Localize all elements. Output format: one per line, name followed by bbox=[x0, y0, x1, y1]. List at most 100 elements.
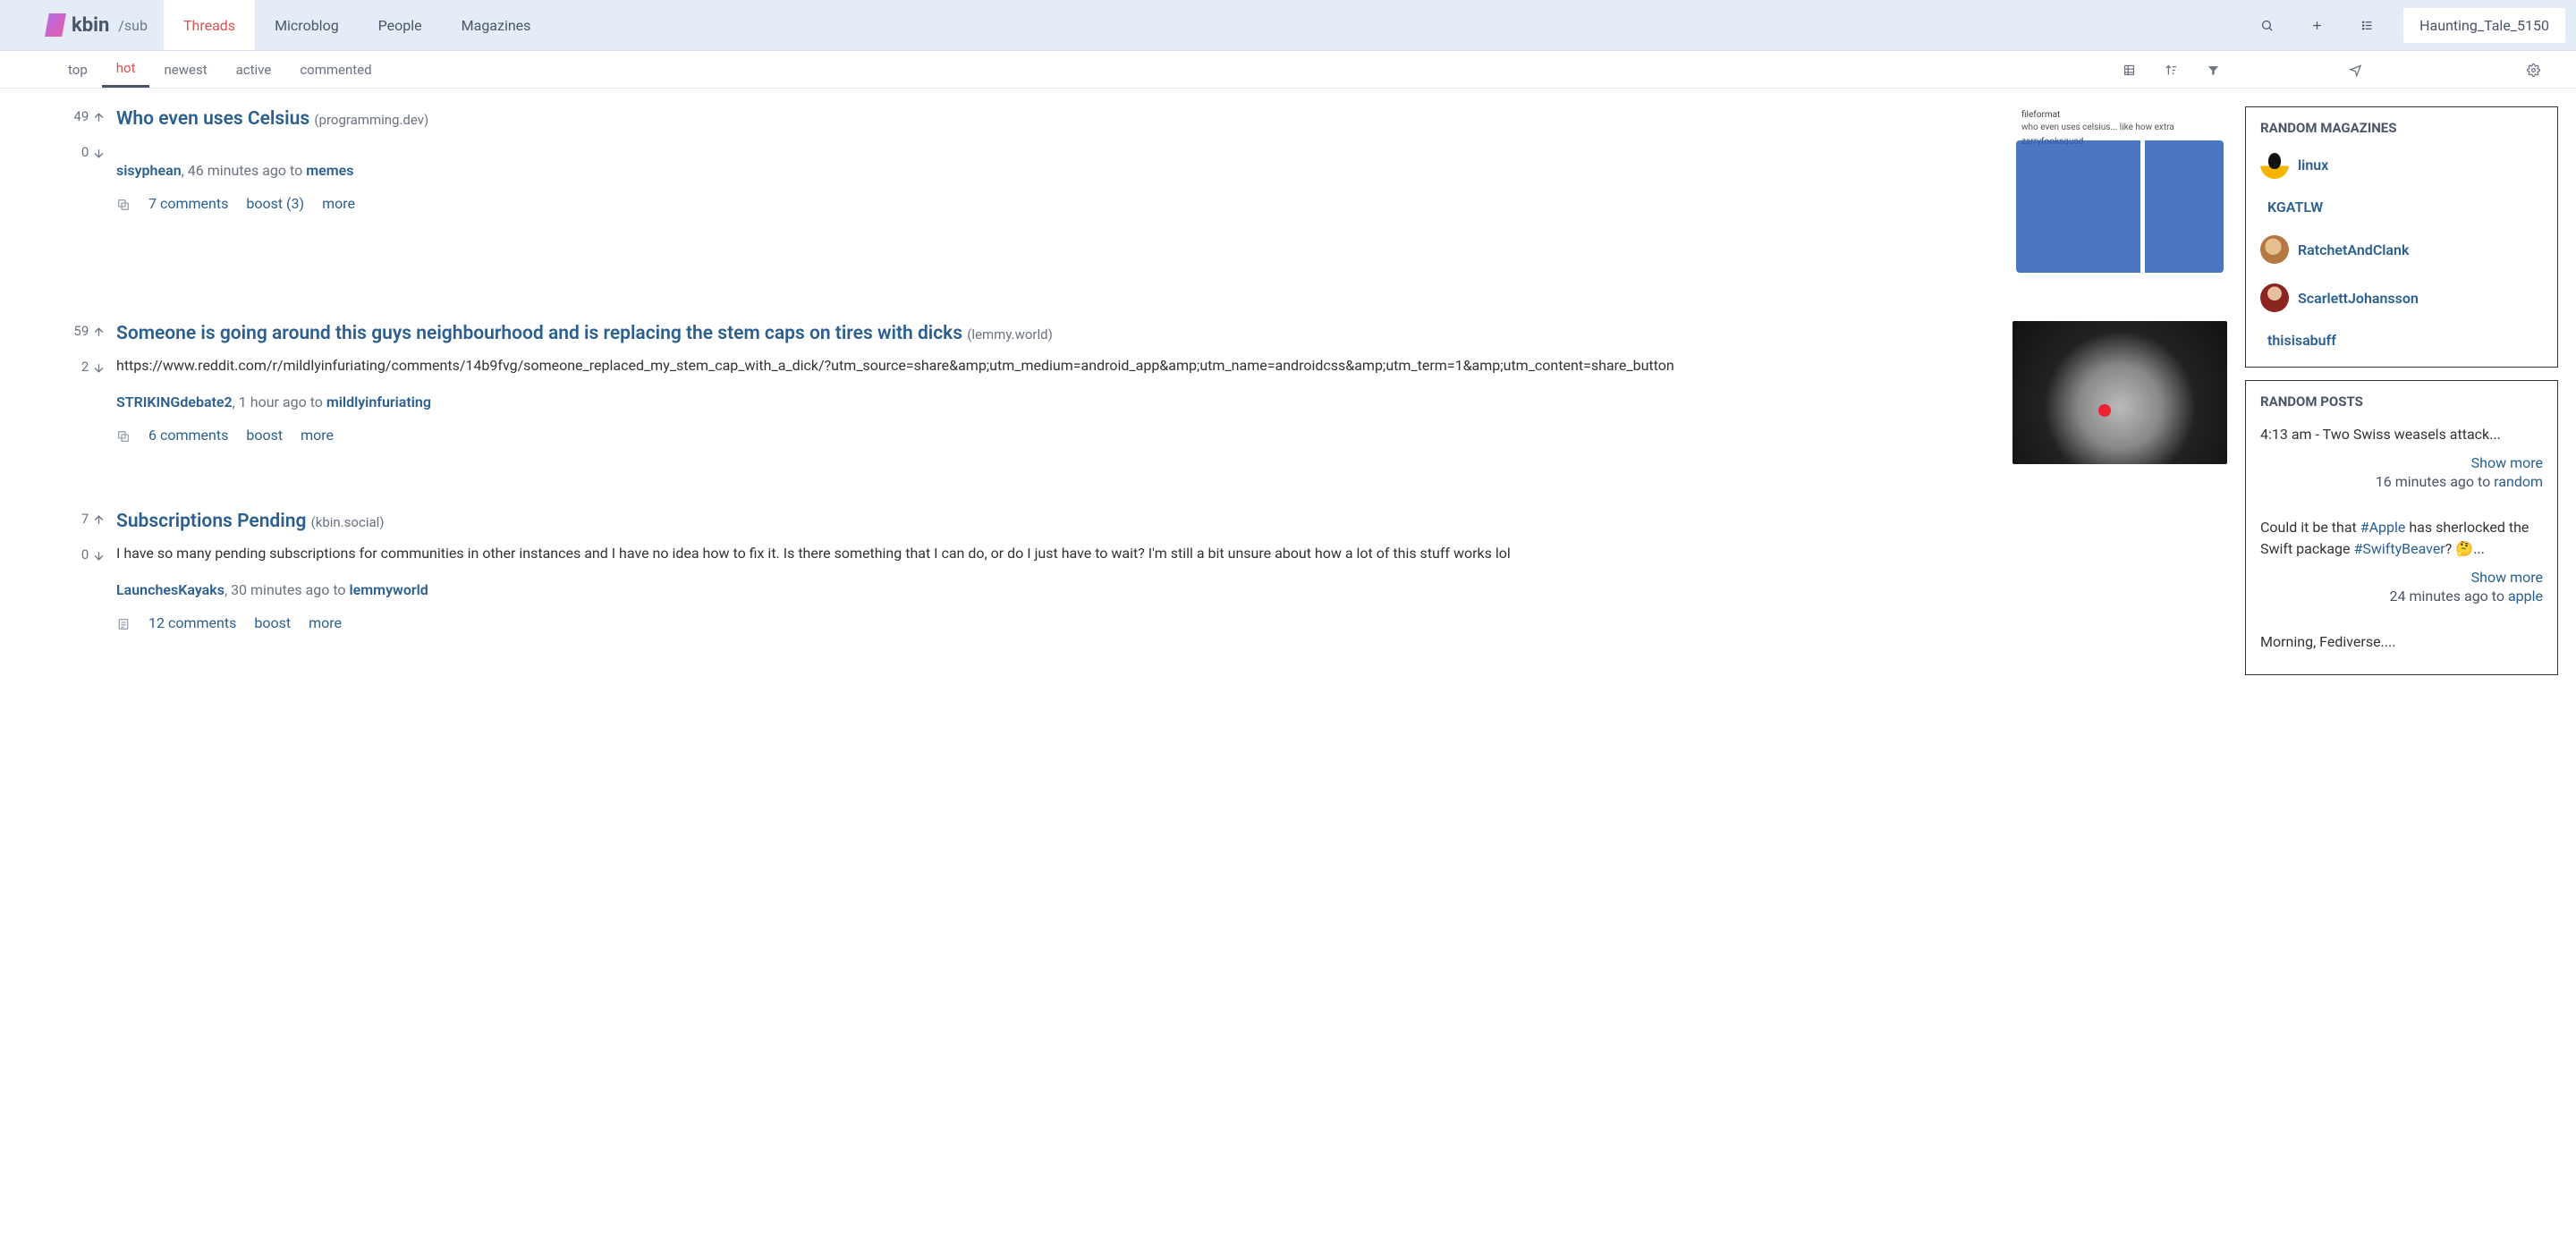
random-post: Morning, Fediverse.... bbox=[2260, 631, 2543, 653]
brand-text: kbin bbox=[72, 14, 109, 37]
random-post-meta: 24 minutes ago to apple bbox=[2260, 588, 2543, 605]
logo-mark-icon bbox=[45, 13, 66, 37]
sort-newest[interactable]: newest bbox=[149, 51, 221, 88]
sub-label[interactable]: /sub bbox=[118, 17, 148, 34]
search-icon[interactable] bbox=[2260, 16, 2278, 34]
location-icon[interactable] bbox=[2349, 62, 2362, 78]
post-time: 30 minutes ago bbox=[231, 581, 329, 598]
post-meta: LaunchesKayaks, 30 minutes ago to lemmyw… bbox=[116, 581, 2209, 598]
show-more-link[interactable]: Show more bbox=[2260, 569, 2543, 586]
magazine-avatar-icon bbox=[2260, 283, 2289, 312]
magazine-link[interactable]: KGATLW bbox=[2260, 199, 2543, 216]
downvote[interactable]: 2 bbox=[52, 359, 106, 375]
view-table-icon[interactable] bbox=[2123, 62, 2136, 78]
magazine-name: KGATLW bbox=[2267, 199, 2323, 216]
tab-magazines[interactable]: Magazines bbox=[442, 0, 551, 50]
filter-icon[interactable] bbox=[2207, 62, 2220, 78]
post-domain: (lemmy.world) bbox=[967, 326, 1053, 343]
feed: 49 0 Who even uses Celsius (programming.… bbox=[0, 106, 2245, 688]
post: 7 0 Subscriptions Pending (kbin.social) … bbox=[52, 509, 2227, 631]
downvote[interactable]: 0 bbox=[52, 144, 106, 160]
magazine-link[interactable]: ScarlettJohansson bbox=[2260, 283, 2543, 312]
random-magazines-panel: RANDOM MAGAZINES linux KGATLW RatchetAnd… bbox=[2245, 106, 2558, 368]
downvote[interactable]: 0 bbox=[52, 546, 106, 563]
post-time: 1 hour ago bbox=[239, 393, 307, 410]
magazine-link[interactable]: RatchetAndClank bbox=[2260, 235, 2543, 264]
copy-icon[interactable] bbox=[116, 195, 131, 212]
magazine-name: thisisabuff bbox=[2267, 332, 2336, 349]
post-author[interactable]: LaunchesKayaks bbox=[116, 581, 225, 598]
post-title[interactable]: Who even uses Celsius (programming.dev) bbox=[116, 106, 1995, 131]
comments-link[interactable]: 12 comments bbox=[148, 614, 236, 631]
post-author[interactable]: sisyphean bbox=[116, 162, 182, 179]
post-title[interactable]: Someone is going around this guys neighb… bbox=[116, 321, 1995, 346]
magazine-name: linux bbox=[2298, 156, 2328, 173]
post-body-text: I have so many pending subscriptions for… bbox=[116, 543, 2209, 565]
post-thumbnail[interactable]: fileformat who even uses celsius... like… bbox=[2012, 106, 2227, 276]
upvote[interactable]: 7 bbox=[52, 511, 106, 527]
sort-hot[interactable]: hot bbox=[102, 51, 150, 88]
post-time: 46 minutes ago bbox=[188, 162, 286, 179]
post-meta: sisyphean, 46 minutes ago to memes bbox=[116, 162, 1995, 179]
post-actions: 7 comments boost (3) more bbox=[116, 195, 1995, 212]
sort-top[interactable]: top bbox=[54, 51, 102, 88]
username[interactable]: Haunting_Tale_5150 bbox=[2403, 8, 2565, 43]
logo[interactable]: kbin bbox=[45, 13, 109, 37]
random-post-magazine[interactable]: random bbox=[2494, 473, 2543, 490]
comments-link[interactable]: 7 comments bbox=[148, 195, 228, 212]
tab-threads[interactable]: Threads bbox=[164, 0, 255, 50]
list-icon[interactable] bbox=[2360, 16, 2378, 34]
more-link[interactable]: more bbox=[309, 614, 342, 631]
random-post: 4:13 am - Two Swiss weasels attack... bbox=[2260, 424, 2543, 445]
boost-link[interactable]: boost bbox=[246, 427, 283, 444]
post-magazine[interactable]: memes bbox=[306, 162, 353, 179]
settings-gear-icon[interactable] bbox=[2527, 62, 2540, 78]
sort-active[interactable]: active bbox=[222, 51, 286, 88]
sidebar: RANDOM MAGAZINES linux KGATLW RatchetAnd… bbox=[2245, 106, 2576, 688]
post-actions: 12 comments boost more bbox=[116, 614, 2209, 631]
post-domain: (programming.dev) bbox=[314, 112, 428, 128]
upvote[interactable]: 49 bbox=[52, 108, 106, 124]
text-post-icon[interactable] bbox=[116, 614, 131, 631]
post-body-url: https://www.reddit.com/r/mildlyinfuriati… bbox=[116, 355, 1995, 377]
post-author[interactable]: STRIKINGdebate2 bbox=[116, 393, 233, 410]
sort-commented[interactable]: commented bbox=[285, 51, 386, 88]
post-domain: (kbin.social) bbox=[311, 514, 385, 530]
more-link[interactable]: more bbox=[322, 195, 355, 212]
boost-link[interactable]: boost bbox=[254, 614, 291, 631]
magazine-name: RatchetAndClank bbox=[2298, 241, 2409, 258]
post-magazine[interactable]: lemmyworld bbox=[350, 581, 428, 598]
tab-microblog[interactable]: Microblog bbox=[255, 0, 359, 50]
tab-people[interactable]: People bbox=[359, 0, 442, 50]
post-meta: STRIKINGdebate2, 1 hour ago to mildlyinf… bbox=[116, 393, 1995, 410]
sort-bar: top hot newest active commented bbox=[0, 51, 2576, 89]
boost-link[interactable]: boost (3) bbox=[246, 195, 304, 212]
random-post-meta: 16 minutes ago to random bbox=[2260, 473, 2543, 490]
hashtag-link[interactable]: #Apple bbox=[2360, 519, 2406, 536]
post-thumbnail[interactable] bbox=[2012, 321, 2227, 464]
random-post: Could it be that #Apple has sherlocked t… bbox=[2260, 517, 2543, 560]
copy-icon[interactable] bbox=[116, 427, 131, 444]
post-actions: 6 comments boost more bbox=[116, 427, 1995, 444]
more-link[interactable]: more bbox=[301, 427, 334, 444]
magazine-link[interactable]: thisisabuff bbox=[2260, 332, 2543, 349]
vote-column: 49 0 bbox=[52, 106, 116, 276]
random-post-magazine[interactable]: apple bbox=[2508, 588, 2543, 605]
post: 59 2 Someone is going around this guys n… bbox=[52, 321, 2227, 464]
upvote[interactable]: 59 bbox=[52, 323, 106, 339]
post-magazine[interactable]: mildlyinfuriating bbox=[326, 393, 431, 410]
post-title[interactable]: Subscriptions Pending (kbin.social) bbox=[116, 509, 2209, 534]
nav-tabs: Threads Microblog People Magazines bbox=[164, 0, 550, 50]
hashtag-link[interactable]: #SwiftyBeaver bbox=[2354, 540, 2445, 557]
add-icon[interactable] bbox=[2310, 16, 2328, 34]
vote-column: 59 2 bbox=[52, 321, 116, 464]
show-more-link[interactable]: Show more bbox=[2260, 454, 2543, 471]
magazine-link[interactable]: linux bbox=[2260, 150, 2543, 179]
top-icons bbox=[2260, 16, 2378, 34]
panel-title: RANDOM POSTS bbox=[2260, 393, 2543, 410]
magazine-avatar-icon bbox=[2260, 150, 2289, 179]
magazine-avatar-icon bbox=[2260, 235, 2289, 264]
magazine-name: ScarlettJohansson bbox=[2298, 290, 2419, 307]
comments-link[interactable]: 6 comments bbox=[148, 427, 228, 444]
sort-order-icon[interactable] bbox=[2165, 62, 2178, 78]
